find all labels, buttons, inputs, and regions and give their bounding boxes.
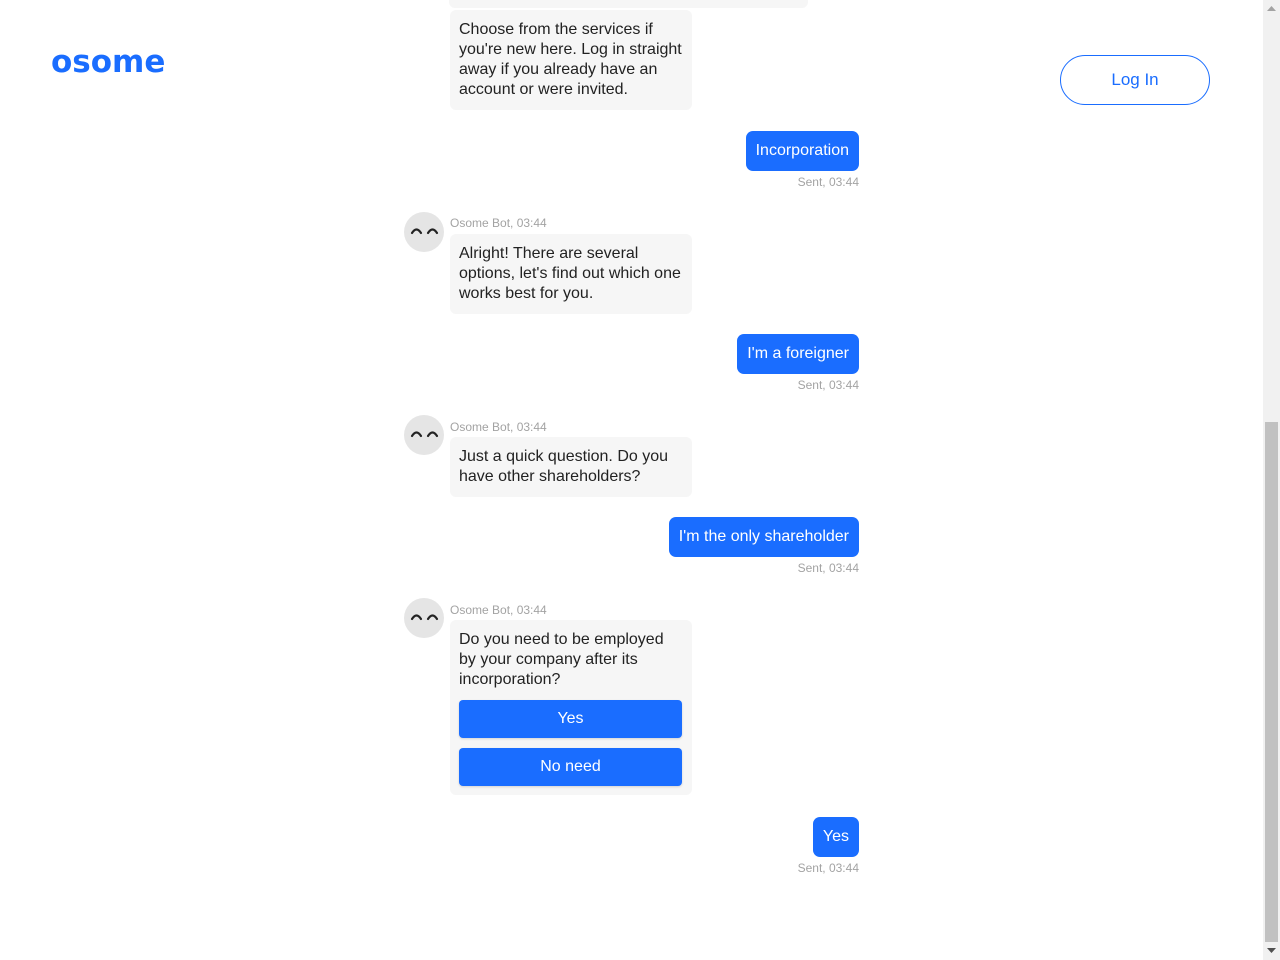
- bot-avatar: [404, 212, 444, 252]
- chat-page: osome Log In Choose from the services if…: [0, 0, 1280, 960]
- user-message: Incorporation: [745, 131, 859, 171]
- option-no-need-button[interactable]: No need: [459, 748, 682, 786]
- bot-face-icon: [410, 228, 439, 235]
- login-button[interactable]: Log In: [1060, 55, 1210, 105]
- option-yes-button[interactable]: Yes: [459, 700, 682, 738]
- previous-message-edge: [449, 0, 808, 8]
- bot-message: Alright! There are several options, let'…: [450, 234, 692, 314]
- bot-message-text: Choose from the services if you're new h…: [459, 21, 682, 98]
- bot-face-icon: [410, 431, 439, 438]
- arrow-up-icon[interactable]: [1265, 1, 1278, 16]
- arrow-down-icon[interactable]: [1265, 943, 1278, 958]
- bot-face-icon: [410, 614, 439, 621]
- osome-logo[interactable]: osome: [51, 42, 165, 82]
- bot-message: Choose from the services if you're new h…: [450, 10, 692, 110]
- bot-message-text: Just a quick question. Do you have other…: [459, 448, 669, 485]
- sent-status: Sent, 03:44: [797, 861, 859, 875]
- bot-message: Do you need to be employed by your compa…: [450, 620, 692, 795]
- bot-avatar: [404, 415, 444, 455]
- scrollbar-thumb[interactable]: [1265, 422, 1278, 942]
- bot-meta: Osome Bot, 03:44: [450, 420, 547, 434]
- bot-meta: Osome Bot, 03:44: [450, 603, 547, 617]
- bot-message-text: Do you need to be employed by your compa…: [459, 631, 664, 688]
- sent-status: Sent, 03:44: [797, 175, 859, 189]
- bot-message: Just a quick question. Do you have other…: [450, 437, 692, 497]
- user-message: Yes: [812, 817, 859, 857]
- sent-status: Sent, 03:44: [797, 378, 859, 392]
- user-message: I'm the only shareholder: [668, 517, 859, 557]
- bot-avatar: [404, 598, 444, 638]
- user-message: I'm a foreigner: [737, 334, 859, 374]
- bot-meta: Osome Bot, 03:44: [450, 216, 547, 230]
- sent-status: Sent, 03:44: [797, 561, 859, 575]
- bot-message-text: Alright! There are several options, let'…: [459, 245, 681, 302]
